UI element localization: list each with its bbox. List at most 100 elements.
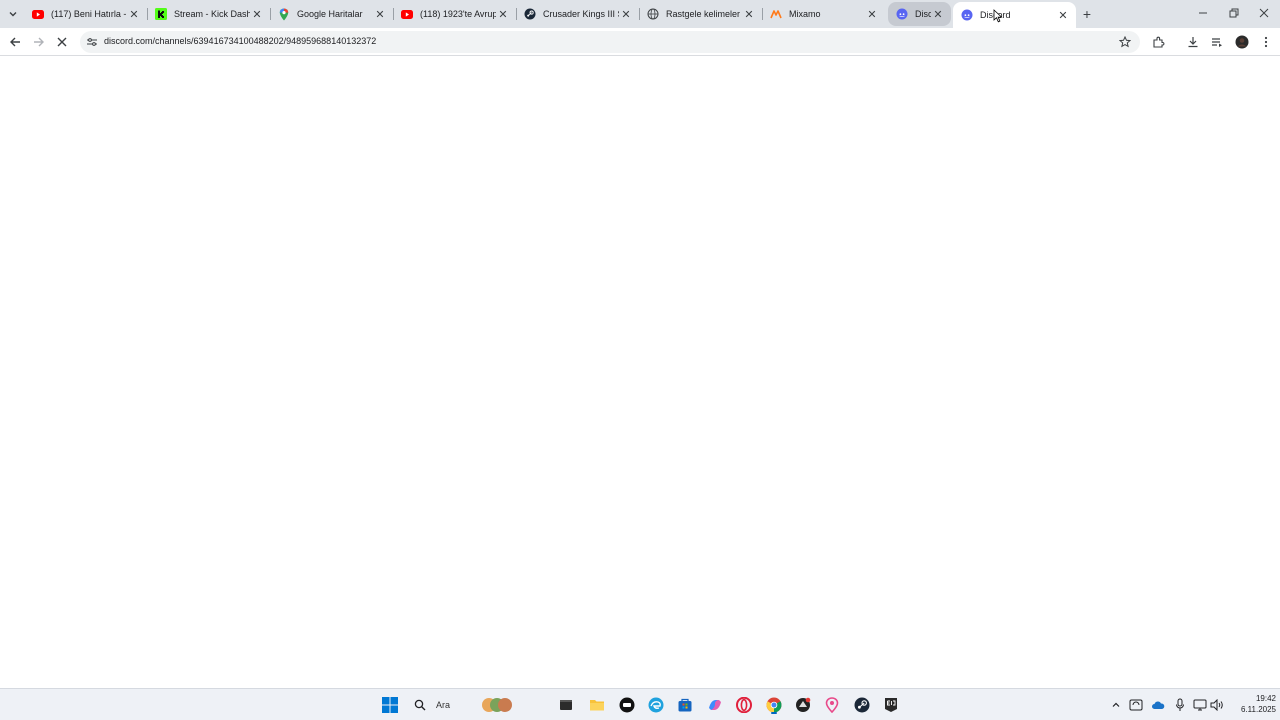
- puzzle-icon: [1152, 36, 1164, 48]
- windows-logo-icon: [382, 697, 398, 713]
- kebab-menu-icon: [1264, 36, 1268, 48]
- minimize-icon: [1199, 12, 1207, 14]
- mixamo-icon: [770, 8, 782, 20]
- close-icon[interactable]: ✕: [496, 7, 510, 21]
- tab-discord-active[interactable]: Discord ✕: [953, 2, 1076, 28]
- taskbar-copilot[interactable]: [705, 695, 725, 715]
- start-button[interactable]: [380, 695, 400, 715]
- game-app-icon: [796, 697, 811, 712]
- steam-icon: [524, 8, 536, 20]
- search-icon: [414, 699, 426, 711]
- pin-app-icon: [825, 697, 839, 713]
- terminal-icon: [560, 700, 572, 710]
- tab-strip: (117) Beni Hatırla - Yo ✕ Stream - Kick …: [0, 0, 1280, 28]
- taskbar-search[interactable]: Ara: [406, 694, 516, 716]
- kick-icon: [155, 8, 167, 20]
- downloads-button[interactable]: [1184, 33, 1202, 51]
- taskbar-clock[interactable]: 19:42 6.11.2025: [1228, 693, 1276, 715]
- network-icon: [1193, 699, 1207, 711]
- folder-icon: [590, 700, 604, 711]
- sync-icon: [1129, 699, 1143, 711]
- taskbar: Ara 19:42 6.11.2025: [0, 688, 1280, 720]
- tab-google-maps[interactable]: Google Haritalar ✕: [270, 2, 394, 26]
- youtube-icon: [32, 8, 44, 20]
- maps-pin-icon: [278, 8, 290, 20]
- media-controls-button[interactable]: [1208, 33, 1226, 51]
- tab-youtube-1923[interactable]: (118) 1923'te Avrupa ✕: [393, 2, 517, 26]
- stop-loading-button[interactable]: [53, 33, 71, 51]
- tab-title: Discord: [980, 10, 1056, 20]
- browser-menu-button[interactable]: [1257, 33, 1275, 51]
- arrow-right-icon: [34, 37, 44, 47]
- tab-title: Mixamo: [789, 9, 821, 19]
- close-window-button[interactable]: [1249, 4, 1279, 22]
- tray-microphone[interactable]: [1172, 697, 1188, 713]
- download-icon: [1188, 37, 1198, 48]
- tray-network[interactable]: [1192, 697, 1208, 713]
- taskbar-terminal[interactable]: [556, 695, 576, 715]
- back-button[interactable]: [6, 33, 24, 51]
- extensions-button[interactable]: [1149, 33, 1167, 51]
- arrow-left-icon: [10, 37, 20, 47]
- search-placeholder: Ara: [436, 700, 451, 710]
- mouse-cursor-icon: [993, 9, 1003, 23]
- forward-button[interactable]: [30, 33, 48, 51]
- taskbar-steam[interactable]: [852, 695, 872, 715]
- taskbar-chrome[interactable]: [764, 695, 784, 715]
- taskbar-file-explorer[interactable]: [587, 695, 607, 715]
- tray-sync[interactable]: [1128, 697, 1144, 713]
- address-bar[interactable]: discord.com/channels/639416734100488202/…: [80, 31, 1140, 53]
- new-tab-button[interactable]: +: [1079, 6, 1095, 22]
- tray-volume[interactable]: [1209, 697, 1225, 713]
- tab-title: Rastgele kelimeler de: [666, 9, 742, 19]
- tab-youtube-beni-hatirla[interactable]: (117) Beni Hatırla - Yo ✕: [24, 2, 148, 26]
- close-icon[interactable]: ✕: [373, 7, 387, 21]
- taskbar-app-circle[interactable]: [617, 695, 637, 715]
- close-icon[interactable]: ✕: [931, 7, 945, 21]
- taskbar-game-app[interactable]: [793, 695, 813, 715]
- speaker-icon: [1210, 699, 1223, 711]
- tab-rastgele-kelimeler[interactable]: Rastgele kelimeler de ✕: [639, 2, 763, 26]
- restore-button[interactable]: [1219, 4, 1249, 22]
- minimize-button[interactable]: [1188, 4, 1218, 22]
- tab-steam-crusader-kings[interactable]: Crusader Kings III Ste ✕: [516, 2, 640, 26]
- taskbar-epic-games[interactable]: [881, 695, 901, 715]
- taskbar-pin-app[interactable]: [822, 695, 842, 715]
- discord-icon: [896, 8, 908, 20]
- youtube-icon: [401, 8, 413, 20]
- microphone-icon: [1176, 698, 1184, 711]
- close-icon[interactable]: ✕: [619, 7, 633, 21]
- tab-title: Google Haritalar: [297, 9, 363, 19]
- tray-overflow-button[interactable]: [1108, 697, 1124, 713]
- epic-games-icon: [885, 698, 897, 712]
- app-icon: [619, 697, 635, 713]
- discord-icon: [961, 9, 973, 21]
- taskbar-edge[interactable]: [646, 695, 666, 715]
- bookmark-star-icon[interactable]: [1117, 34, 1133, 50]
- tab-kick-dashboard[interactable]: Stream - Kick Dashbo ✕: [147, 2, 271, 26]
- close-icon[interactable]: ✕: [250, 7, 264, 21]
- taskbar-store[interactable]: [675, 695, 695, 715]
- opera-icon: [736, 697, 752, 713]
- tray-onedrive[interactable]: [1150, 697, 1166, 713]
- close-icon[interactable]: ✕: [1056, 8, 1070, 22]
- clock-date: 6.11.2025: [1241, 705, 1276, 714]
- globe-icon: [647, 8, 659, 20]
- close-icon[interactable]: ✕: [742, 7, 756, 21]
- tab-search-button[interactable]: [4, 5, 22, 23]
- tab-discord-1[interactable]: Disco ✕: [888, 2, 951, 26]
- cloud-icon: [1152, 701, 1165, 709]
- restore-icon: [1229, 8, 1239, 18]
- close-icon[interactable]: ✕: [127, 7, 141, 21]
- media-queue-icon: [1212, 38, 1222, 47]
- edge-icon: [648, 697, 664, 713]
- taskbar-opera[interactable]: [734, 695, 754, 715]
- tab-mixamo[interactable]: Mixamo ✕: [762, 2, 885, 26]
- avatar-icon: [1235, 35, 1249, 49]
- close-icon[interactable]: ✕: [865, 7, 879, 21]
- search-highlight-icon: [482, 698, 512, 712]
- tab-title: Stream - Kick Dashbo: [174, 9, 250, 19]
- site-info-icon[interactable]: [85, 35, 99, 49]
- profile-avatar[interactable]: [1233, 33, 1251, 51]
- browser-toolbar: discord.com/channels/639416734100488202/…: [0, 28, 1280, 56]
